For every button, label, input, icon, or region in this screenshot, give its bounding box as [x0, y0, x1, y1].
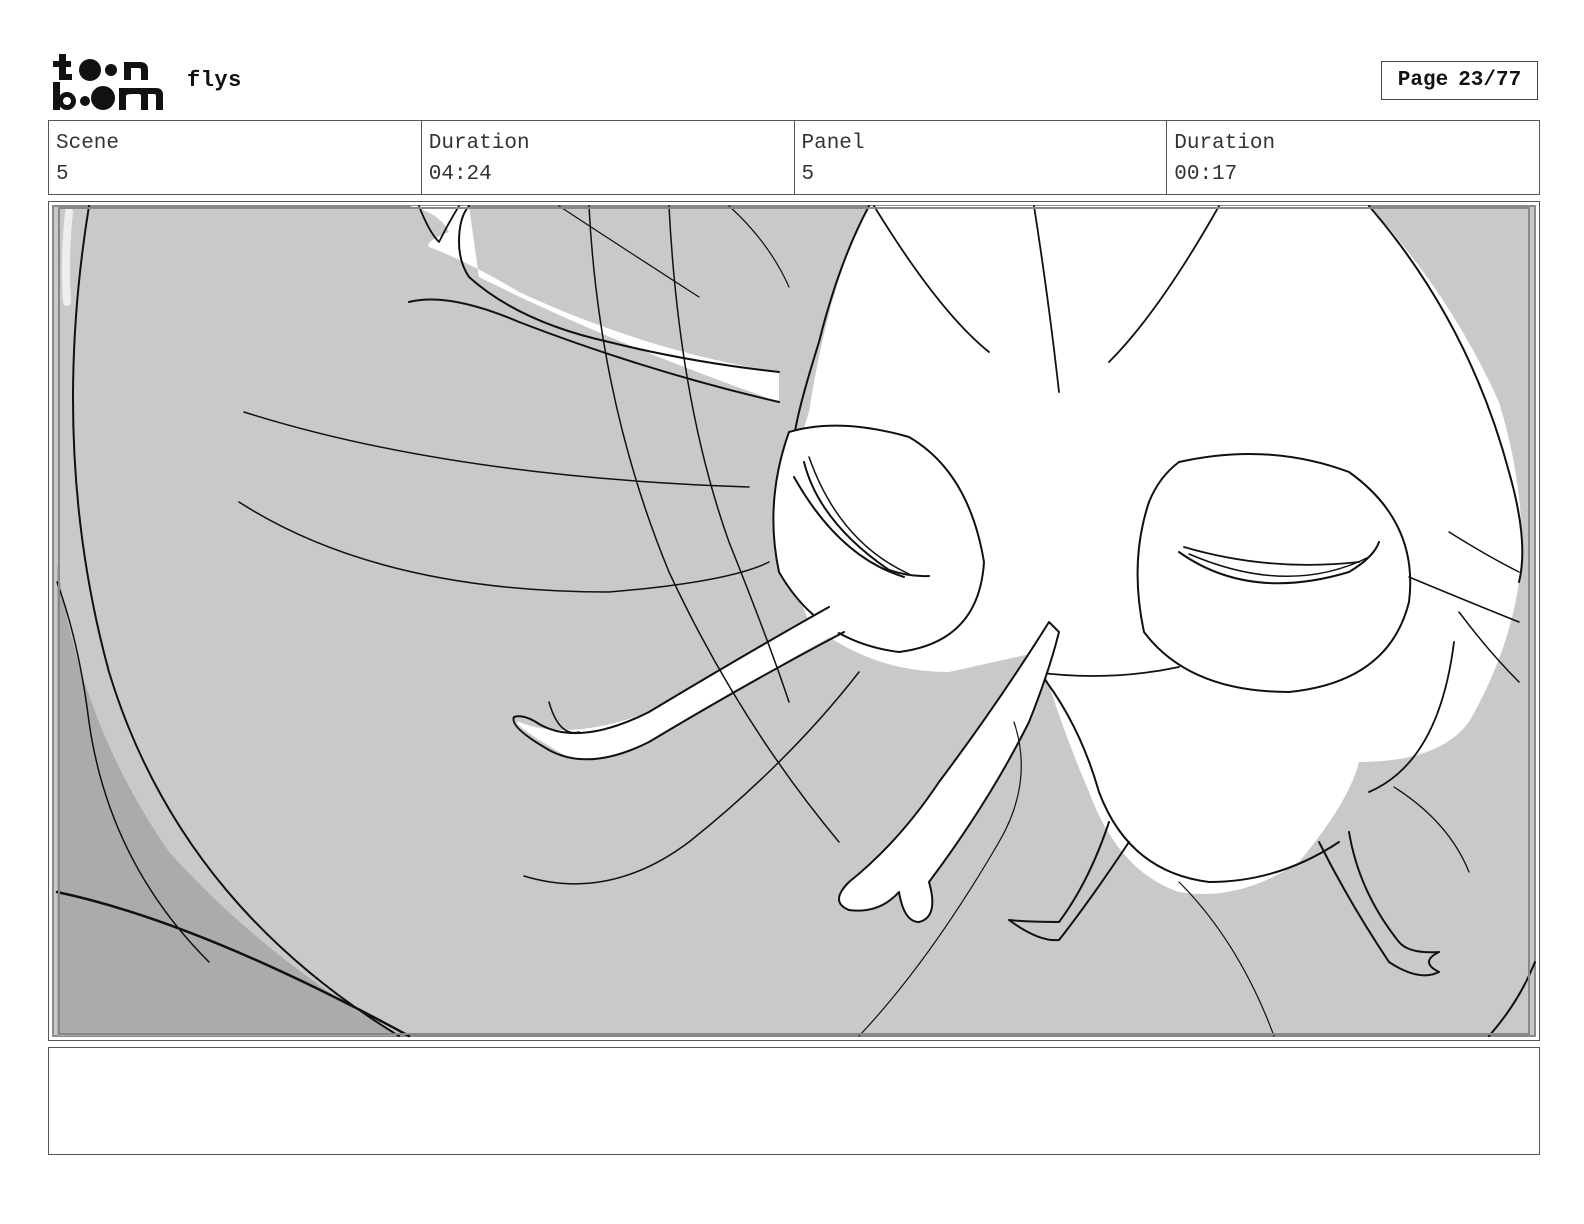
storyboard-panel: [48, 201, 1540, 1041]
project-title: flys: [187, 68, 242, 93]
storyboard-sketch-image: [49, 202, 1539, 1040]
scene-duration-cell: Duration 04:24: [422, 121, 795, 194]
scene-cell: Scene 5: [49, 121, 422, 194]
panel-duration-cell: Duration 00:17: [1167, 121, 1539, 194]
scene-info-table: Scene 5 Duration 04:24 Panel 5 Duration …: [48, 120, 1540, 195]
fly-right-eye: [1136, 453, 1412, 693]
scene-duration-label: Duration: [428, 132, 530, 155]
page-number: 23/77: [1458, 69, 1522, 92]
panel-duration-value: 00:17: [1174, 163, 1238, 186]
panel-notes-box[interactable]: [48, 1047, 1540, 1155]
panel-cell: Panel 5: [795, 121, 1168, 194]
page-label: Page: [1397, 69, 1449, 92]
panel-value: 5: [801, 163, 815, 186]
toon-boom-logo: [53, 54, 163, 110]
scene-label: Scene: [56, 132, 120, 155]
panel-label: Panel: [801, 132, 865, 155]
panel-duration-label: Duration: [1174, 132, 1276, 155]
page-indicator: Page 23/77: [1381, 61, 1538, 100]
scene-value: 5: [56, 163, 69, 186]
scene-duration-value: 04:24: [428, 163, 492, 186]
